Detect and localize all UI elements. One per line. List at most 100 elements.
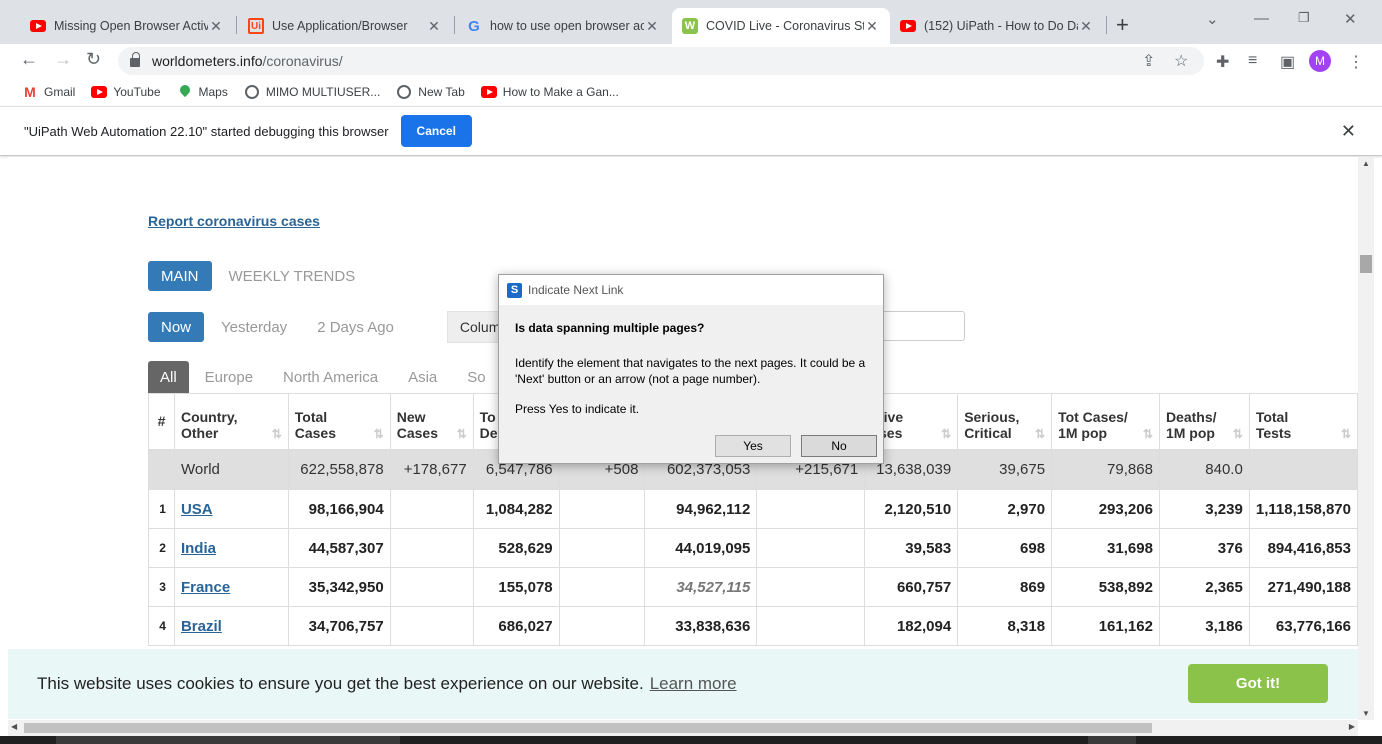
no-button[interactable]: No bbox=[801, 435, 877, 457]
back-arrow-icon[interactable]: ← bbox=[20, 49, 38, 70]
horizontal-scroll-thumb[interactable] bbox=[24, 723, 1152, 733]
cancel-debugging-button[interactable]: Cancel bbox=[400, 115, 472, 147]
url-path: /coronavirus/ bbox=[262, 53, 343, 69]
address-bar[interactable]: worldometers.info/coronavirus/ ⇪ ☆ bbox=[118, 47, 1204, 75]
bookmark-mimo[interactable]: MIMO MULTIUSER... bbox=[244, 84, 380, 100]
column-header[interactable]: Tot Cases/1M pop ⇅ bbox=[1051, 393, 1160, 451]
column-header-line: Tot Cases/ bbox=[1058, 408, 1128, 425]
row-index: 3 bbox=[148, 567, 175, 607]
column-header[interactable]: # bbox=[148, 393, 175, 451]
tab-region-north-america[interactable]: North America bbox=[269, 361, 392, 393]
restore-icon[interactable]: ❐ bbox=[1298, 10, 1310, 26]
table-cell: 33,838,636 bbox=[644, 606, 758, 646]
close-window-icon[interactable]: ✕ bbox=[1344, 10, 1357, 28]
bookmark-maps[interactable]: Maps bbox=[177, 84, 228, 100]
url-domain: worldometers.info bbox=[152, 53, 263, 69]
lock-icon bbox=[130, 52, 140, 67]
bookmark-star-icon[interactable]: ☆ bbox=[1174, 51, 1188, 71]
tab-search-chevron-icon[interactable]: ⌄ bbox=[1206, 10, 1219, 28]
tab-main[interactable]: MAIN bbox=[148, 261, 212, 291]
horizontal-scrollbar[interactable]: ◀ ▶ bbox=[8, 720, 1358, 736]
day-tabs: Now Yesterday 2 Days Ago Columns bbox=[148, 311, 519, 343]
sort-arrows-icon[interactable]: ⇅ bbox=[1143, 427, 1153, 441]
close-tab-icon[interactable]: ✕ bbox=[864, 18, 880, 35]
browser-tab[interactable]: G how to use open browser act ✕ bbox=[456, 8, 670, 44]
yes-button[interactable]: Yes bbox=[715, 435, 791, 457]
google-icon: G bbox=[468, 17, 480, 35]
tab-region-south-america[interactable]: So bbox=[453, 361, 499, 393]
side-panel-icon[interactable]: ▣ bbox=[1280, 52, 1295, 72]
vertical-scroll-thumb[interactable] bbox=[1360, 255, 1372, 273]
table-cell: 3,186 bbox=[1158, 606, 1250, 646]
country-link[interactable]: USA bbox=[181, 501, 213, 518]
table-cell bbox=[558, 489, 646, 529]
tab-region-all[interactable]: All bbox=[148, 361, 189, 393]
browser-tab[interactable]: (152) UiPath - How to Do Da ✕ bbox=[890, 8, 1104, 44]
sort-arrows-icon[interactable]: ⇅ bbox=[457, 427, 467, 441]
reload-icon[interactable]: ↻ bbox=[86, 49, 101, 70]
profile-avatar[interactable]: M bbox=[1309, 50, 1331, 72]
scroll-right-arrow-icon[interactable]: ▶ bbox=[1349, 722, 1355, 731]
more-menu-icon[interactable]: ⋮ bbox=[1348, 52, 1364, 72]
tab-2-days-ago[interactable]: 2 Days Ago bbox=[304, 312, 407, 342]
country-link[interactable]: Brazil bbox=[181, 618, 222, 635]
table-cell: 528,629 bbox=[472, 528, 560, 568]
sort-arrows-icon[interactable]: ⇅ bbox=[1233, 427, 1243, 441]
close-tab-icon[interactable]: ✕ bbox=[426, 18, 442, 35]
gmail-icon: M bbox=[24, 84, 36, 100]
bookmark-new-tab[interactable]: New Tab bbox=[396, 84, 465, 100]
browser-tab[interactable]: Ui Use Application/Browser ✕ bbox=[238, 8, 452, 44]
column-header[interactable]: Serious, Critical ⇅ bbox=[957, 393, 1053, 451]
sort-arrows-icon[interactable]: ⇅ bbox=[1035, 427, 1045, 441]
sort-arrows-icon[interactable]: ⇅ bbox=[374, 427, 384, 441]
column-header[interactable]: Total Cases ⇅ bbox=[287, 393, 391, 451]
share-icon[interactable]: ⇪ bbox=[1142, 51, 1155, 71]
country-link[interactable]: India bbox=[181, 540, 216, 557]
close-tab-icon[interactable]: ✕ bbox=[208, 18, 224, 35]
bookmark-gantt[interactable]: How to Make a Gan... bbox=[480, 84, 619, 100]
tab-weekly-trends[interactable]: WEEKLY TRENDS bbox=[216, 261, 369, 291]
column-header[interactable]: Deaths/1M pop ⇅ bbox=[1158, 393, 1250, 451]
scroll-down-arrow-icon[interactable]: ▼ bbox=[1362, 709, 1370, 718]
browser-tab-active[interactable]: W COVID Live - Coronavirus Sta ✕ bbox=[672, 8, 890, 44]
table-cell bbox=[148, 449, 175, 490]
vertical-scrollbar[interactable]: ▲ ▼ bbox=[1358, 157, 1374, 720]
column-header[interactable]: Total Tests ⇅ bbox=[1248, 393, 1358, 451]
forward-arrow-icon[interactable]: → bbox=[54, 49, 72, 70]
learn-more-link[interactable]: Learn more bbox=[650, 674, 737, 694]
tab-region-asia[interactable]: Asia bbox=[394, 361, 451, 393]
close-tab-icon[interactable]: ✕ bbox=[644, 18, 660, 35]
row-index: 1 bbox=[148, 489, 175, 529]
dialog-text: Identify the element that navigates to t… bbox=[515, 356, 866, 386]
column-header[interactable]: New Cases ⇅ bbox=[389, 393, 474, 451]
table-cell: 31,698 bbox=[1051, 528, 1160, 568]
scroll-up-arrow-icon[interactable]: ▲ bbox=[1362, 159, 1370, 168]
tab-title: (152) UiPath - How to Do Da bbox=[924, 19, 1078, 33]
tab-now[interactable]: Now bbox=[148, 312, 205, 342]
tab-region-europe[interactable]: Europe bbox=[191, 361, 267, 393]
sort-arrows-icon[interactable]: ⇅ bbox=[272, 427, 282, 441]
table-cell: 161,162 bbox=[1051, 606, 1160, 646]
view-tabs: MAIN WEEKLY TRENDS bbox=[148, 261, 372, 291]
sort-arrows-icon[interactable]: ⇅ bbox=[941, 427, 951, 441]
extensions-puzzle-icon[interactable]: ✚ bbox=[1216, 52, 1229, 72]
browser-tab[interactable]: Missing Open Browser Activi ✕ bbox=[20, 8, 234, 44]
bookmark-gmail[interactable]: M Gmail bbox=[22, 84, 75, 100]
close-tab-icon[interactable]: ✕ bbox=[1078, 18, 1094, 35]
new-tab-plus-icon[interactable]: + bbox=[1116, 12, 1129, 38]
bookmark-youtube[interactable]: YouTube bbox=[91, 84, 161, 100]
table-cell: 2,970 bbox=[957, 489, 1053, 529]
sort-arrows-icon[interactable]: ⇅ bbox=[1341, 427, 1351, 441]
table-cell: 94,962,112 bbox=[644, 489, 758, 529]
country-link[interactable]: France bbox=[181, 579, 230, 596]
tab-yesterday[interactable]: Yesterday bbox=[208, 312, 300, 342]
close-infobar-icon[interactable]: ✕ bbox=[1341, 121, 1356, 142]
got-it-button[interactable]: Got it! bbox=[1188, 664, 1328, 703]
reading-list-icon[interactable]: ≡ bbox=[1248, 52, 1257, 70]
minimize-icon[interactable]: — bbox=[1254, 10, 1269, 27]
report-cases-link[interactable]: Report coronavirus cases bbox=[148, 213, 320, 229]
table-cell: World bbox=[173, 449, 289, 490]
scroll-left-arrow-icon[interactable]: ◀ bbox=[11, 722, 17, 731]
tab-strip: Missing Open Browser Activi ✕ Ui Use App… bbox=[0, 0, 1382, 44]
column-header[interactable]: Country, Other ⇅ bbox=[173, 393, 289, 451]
